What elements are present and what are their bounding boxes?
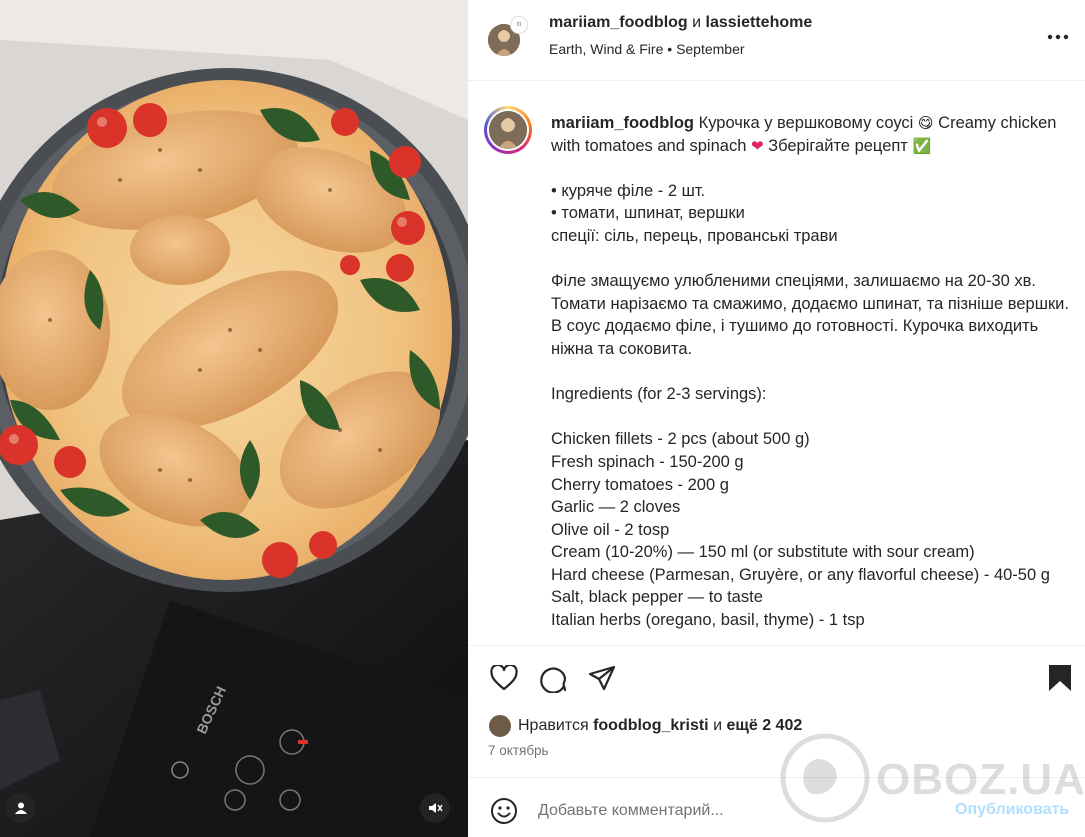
- authors-conjunction: и: [692, 14, 702, 31]
- emoji-picker-button[interactable]: [488, 795, 520, 827]
- speaker-muted-icon: [429, 803, 443, 813]
- like-button[interactable]: [488, 662, 520, 694]
- likes-middle: и: [713, 717, 723, 734]
- post-header: ltt mariiam_foodblog и lassiettehome Ear…: [468, 0, 1085, 81]
- ingredient-item: Cherry tomatoes - 200 g: [551, 475, 729, 494]
- check-emoji-icon: ✅: [912, 136, 932, 155]
- comment-button[interactable]: [537, 662, 569, 694]
- smiley-icon: [491, 798, 517, 824]
- caption-paragraph-ua: Філе змащуємо улюбленими спеціями, залиш…: [551, 272, 1069, 358]
- ingredient-item: Garlic — 2 cloves: [551, 498, 681, 517]
- ingredient-item: Olive oil - 2 tosp: [551, 520, 670, 539]
- ingredient-item: Chicken fillets - 2 pcs (about 500 g): [551, 430, 810, 449]
- audio-artist: Earth, Wind & Fire: [549, 41, 664, 57]
- divider: [468, 777, 1085, 778]
- caption-line: • томати, шпинат, вершки: [551, 204, 745, 223]
- ingredients-heading: Ingredients (for 2-3 servings):: [551, 385, 767, 404]
- post-date[interactable]: 7 октябрь: [488, 743, 549, 758]
- audio-separator: •: [667, 41, 673, 57]
- post-authors: mariiam_foodblog и lassiettehome: [549, 14, 812, 32]
- share-button[interactable]: [586, 662, 618, 694]
- audio-title: September: [676, 41, 745, 57]
- likes-count[interactable]: ещё 2 402: [726, 717, 802, 735]
- comment-icon: [540, 667, 567, 693]
- post-panel: ltt mariiam_foodblog и lassiettehome Ear…: [468, 0, 1085, 837]
- more-horizontal-icon: [1047, 34, 1069, 40]
- ingredient-item: Cream (10-20%) — 150 ml (or substitute w…: [551, 543, 975, 562]
- caption-avatar-image: [489, 111, 527, 149]
- save-button[interactable]: [1044, 662, 1076, 694]
- post-comment-button[interactable]: Опубликовать: [955, 801, 1069, 819]
- watermark-text: OBOZ.UA: [876, 755, 1085, 804]
- audio-info[interactable]: Earth, Wind & Fire • September: [549, 41, 745, 57]
- caption-avatar-border: [487, 109, 529, 151]
- post-caption: mariiam_foodblog Курочка у вершковому со…: [551, 112, 1071, 632]
- caption-save-call: Зберігайте рецепт: [768, 136, 908, 155]
- liker-username[interactable]: foodblog_kristi: [593, 717, 709, 735]
- divider: [468, 645, 1085, 646]
- yum-emoji-icon: 😋: [917, 114, 934, 132]
- liker-avatar[interactable]: [488, 714, 512, 738]
- heart-emoji-icon: ❤: [750, 136, 764, 155]
- heart-icon: [490, 665, 518, 691]
- caption-line: • куряче філе - 2 шт.: [551, 181, 706, 200]
- tagged-users-button[interactable]: [6, 793, 36, 823]
- ingredient-item: Salt, black pepper — to taste: [551, 588, 763, 607]
- user-icon: [15, 802, 27, 814]
- share-icon: [588, 665, 616, 691]
- post-media[interactable]: BOSCH: [0, 0, 468, 837]
- mute-button[interactable]: [420, 793, 450, 823]
- collaborator-avatar-text: ltt: [516, 22, 522, 28]
- comment-input[interactable]: [538, 799, 918, 823]
- author-username[interactable]: mariiam_foodblog: [549, 14, 688, 31]
- bookmark-icon: [1049, 665, 1071, 691]
- collaborator-avatar[interactable]: ltt: [510, 16, 528, 34]
- caption-line: спеції: сіль, перець, прованські трави: [551, 226, 838, 245]
- more-options-button[interactable]: [1046, 25, 1070, 49]
- likes-prefix: Нравится: [518, 717, 589, 734]
- ingredient-item: Hard cheese (Parmesan, Gruyère, or any f…: [551, 565, 1050, 584]
- likes-summary: Нравится foodblog_kristi и ещё 2 402: [488, 714, 802, 738]
- ingredient-item: Fresh spinach - 150-200 g: [551, 452, 744, 471]
- caption-avatar[interactable]: [484, 106, 532, 154]
- ingredient-item: Italian herbs (oregano, basil, thyme) - …: [551, 611, 865, 630]
- caption-username[interactable]: mariiam_foodblog: [551, 114, 694, 132]
- caption-title-ua: Курочка у вершковому соусі: [698, 114, 914, 132]
- collaborator-username[interactable]: lassiettehome: [706, 14, 813, 31]
- food-photo: BOSCH: [0, 0, 468, 837]
